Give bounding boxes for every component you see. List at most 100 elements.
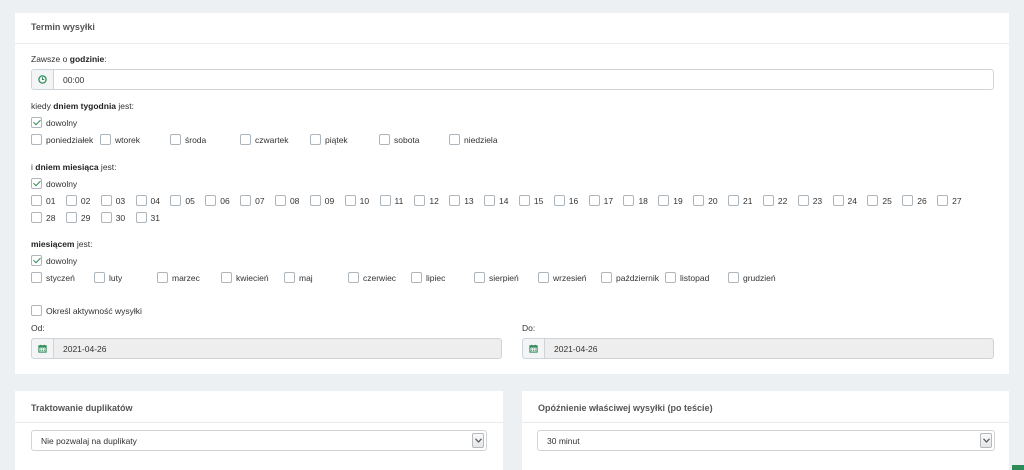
from-date-field[interactable]: 2021-04-26 <box>31 338 502 359</box>
monthday-option-label: 08 <box>289 196 300 206</box>
monthday-option-checkbox[interactable] <box>274 195 286 206</box>
monthday-option-checkbox[interactable] <box>484 195 496 206</box>
monthday-option-checkbox[interactable] <box>309 195 321 206</box>
month-option-label: grudzień <box>743 273 776 283</box>
to-label: Do: <box>522 323 536 333</box>
weekday-any-checkbox[interactable] <box>31 117 42 128</box>
monthday-option-checkbox[interactable] <box>762 195 774 206</box>
month-option-label: październik <box>616 273 659 283</box>
activity-label: Określ aktywność wysyłki <box>46 306 142 316</box>
weekday-option-checkbox[interactable] <box>449 134 460 145</box>
monthday-option-checkbox[interactable] <box>100 195 112 206</box>
month-option-checkbox[interactable] <box>94 272 105 283</box>
panel-title: Termin wysyłki <box>31 22 95 32</box>
monthday-option-label: 31 <box>150 213 161 223</box>
weekday-option-label: sobota <box>394 135 420 145</box>
month-option-checkbox[interactable] <box>221 272 232 283</box>
month-option-checkbox[interactable] <box>348 272 359 283</box>
duplicates-selected: Nie pozwalaj na duplikaty <box>41 436 137 446</box>
monthday-option-checkbox[interactable] <box>937 195 949 206</box>
chevron-down-icon <box>980 433 992 448</box>
monthday-option-label: 19 <box>673 196 683 206</box>
activity-checkbox[interactable] <box>31 305 42 316</box>
month-any-checkbox[interactable] <box>31 255 42 266</box>
monthday-option-checkbox[interactable] <box>867 195 879 206</box>
panel-title: Traktowanie duplikatów <box>31 403 133 413</box>
delay-select[interactable]: 30 minut <box>537 430 995 451</box>
schedule-panel: Termin wysyłki Zawsze o godzinie: 00:00 … <box>15 13 1009 374</box>
monthday-option-label: 05 <box>185 196 195 206</box>
monthday-option-checkbox[interactable] <box>170 195 182 206</box>
monthday-option-label: 13 <box>464 196 474 206</box>
monthday-option-checkbox[interactable] <box>344 195 356 206</box>
monthday-option-checkbox[interactable] <box>65 212 77 223</box>
monthday-option-checkbox[interactable] <box>135 195 147 206</box>
monthday-option-checkbox[interactable] <box>832 195 844 206</box>
monthday-option-checkbox[interactable] <box>658 195 670 206</box>
monthday-option-checkbox[interactable] <box>65 195 77 206</box>
monthday-option-checkbox[interactable] <box>31 212 42 223</box>
monthday-option-label: 26 <box>917 196 927 206</box>
monthday-option-checkbox[interactable] <box>31 195 42 206</box>
monthday-option-checkbox[interactable] <box>728 195 739 206</box>
monthday-option-checkbox[interactable] <box>379 195 391 206</box>
monthday-option-checkbox[interactable] <box>588 195 600 206</box>
monthday-option-checkbox[interactable] <box>135 212 147 223</box>
monthday-option-label: 06 <box>220 196 230 206</box>
month-option-checkbox[interactable] <box>284 272 295 283</box>
month-option-label: czerwiec <box>363 273 397 283</box>
month-option-checkbox[interactable] <box>601 272 612 283</box>
from-date-value: 2021-04-26 <box>63 343 107 354</box>
weekday-option-checkbox[interactable] <box>379 134 390 145</box>
monthday-option-label: 30 <box>115 213 126 223</box>
monthday-option-label: 23 <box>812 196 823 206</box>
monthday-option-checkbox[interactable] <box>205 195 217 206</box>
month-option-label: lipiec <box>426 273 446 283</box>
monthday-any-label: dowolny <box>46 179 78 189</box>
time-field[interactable]: 00:00 <box>31 69 994 90</box>
duplicates-select[interactable]: Nie pozwalaj na duplikaty <box>31 430 487 451</box>
monthday-option-label: 18 <box>638 196 648 206</box>
monthday-option-checkbox[interactable] <box>449 195 461 206</box>
month-option-checkbox[interactable] <box>665 272 676 283</box>
weekday-option-label: niedziela <box>464 135 498 145</box>
monthday-option-checkbox[interactable] <box>902 195 914 206</box>
duplicates-panel: Traktowanie duplikatów Nie pozwalaj na d… <box>15 391 503 470</box>
panel-divider <box>15 422 503 423</box>
monthday-option-label: 11 <box>394 196 404 206</box>
monthday-option-checkbox[interactable] <box>693 195 705 206</box>
calendar-icon <box>32 339 54 358</box>
weekday-option-checkbox[interactable] <box>100 134 111 145</box>
month-option-checkbox[interactable] <box>728 272 739 283</box>
weekday-option-checkbox[interactable] <box>240 134 251 145</box>
monthday-option-label: 01 <box>46 196 56 206</box>
panel-divider <box>522 422 1009 423</box>
monthday-option-checkbox[interactable] <box>553 195 565 206</box>
monthday-any-checkbox[interactable] <box>31 178 42 189</box>
weekday-option-checkbox[interactable] <box>310 134 321 145</box>
monthday-option-label: 09 <box>324 196 335 206</box>
time-label: Zawsze o godzinie: <box>31 54 107 64</box>
monthday-option-checkbox[interactable] <box>518 195 530 206</box>
panel-divider <box>15 43 1009 44</box>
corner-marker <box>1012 465 1024 470</box>
weekday-option-checkbox[interactable] <box>170 134 181 145</box>
monthday-option-checkbox[interactable] <box>240 195 252 206</box>
weekday-option-label: wtorek <box>115 135 141 145</box>
delay-selected: 30 minut <box>547 436 580 446</box>
monthday-option-checkbox[interactable] <box>623 195 635 206</box>
month-option-checkbox[interactable] <box>538 272 549 283</box>
weekday-option-checkbox[interactable] <box>31 134 42 145</box>
monthday-option-checkbox[interactable] <box>414 195 426 206</box>
monthday-option-label: 28 <box>46 213 56 223</box>
month-option-checkbox[interactable] <box>31 272 42 283</box>
monthday-option-label: 20 <box>708 196 718 206</box>
month-option-checkbox[interactable] <box>411 272 422 283</box>
to-date-field[interactable]: 2021-04-26 <box>522 338 994 359</box>
monthday-option-label: 29 <box>80 213 91 223</box>
month-option-checkbox[interactable] <box>157 272 168 283</box>
monthday-option-label: 21 <box>743 196 753 206</box>
monthday-option-checkbox[interactable] <box>797 195 809 206</box>
monthday-option-checkbox[interactable] <box>100 212 112 223</box>
month-option-checkbox[interactable] <box>474 272 485 283</box>
